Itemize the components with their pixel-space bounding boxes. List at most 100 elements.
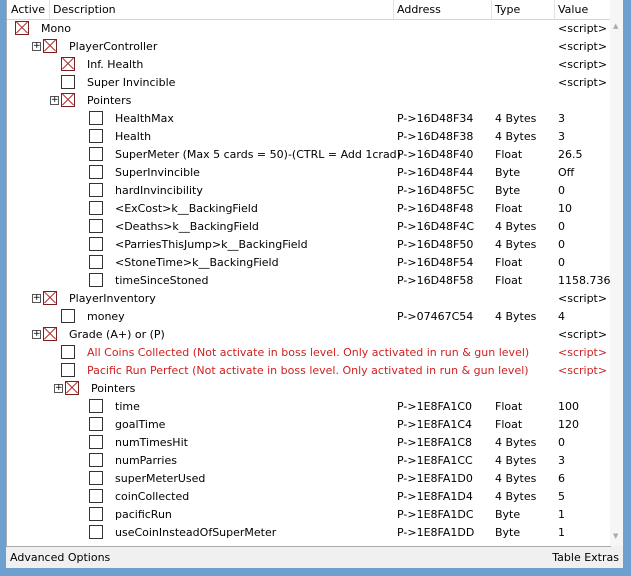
active-checkbox[interactable] (89, 111, 103, 125)
table-row[interactable]: numTimesHit P->1E8FA1C8 4 Bytes 0 (7, 434, 610, 452)
active-checkbox[interactable] (43, 291, 57, 305)
header-description[interactable]: Description (53, 3, 116, 16)
row-description: money (87, 310, 125, 323)
row-description: Pointers (91, 382, 136, 395)
active-checkbox[interactable] (89, 255, 103, 269)
active-checkbox[interactable] (65, 381, 79, 395)
active-checkbox[interactable] (43, 327, 57, 341)
active-checkbox[interactable] (89, 399, 103, 413)
row-address: P->16D48F38 (397, 130, 474, 143)
table-row[interactable]: Mono <script> (7, 20, 610, 38)
row-description: Health (115, 130, 152, 143)
table-row[interactable]: <StoneTime>k__BackingField P->16D48F54 Flo… (7, 254, 610, 272)
active-checkbox[interactable] (89, 471, 103, 485)
table-row[interactable]: HealthMax P->16D48F34 4 Bytes 3 (7, 110, 610, 128)
table-row[interactable]: All Coins Collected (Not activate in bos… (7, 344, 610, 362)
row-type: Byte (495, 508, 521, 521)
table-row[interactable]: superMeterUsed P->1E8FA1D0 4 Bytes 6 (7, 470, 610, 488)
table-row[interactable]: Health P->16D48F38 4 Bytes 3 (7, 128, 610, 146)
row-type: Byte (495, 184, 521, 197)
active-checkbox[interactable] (89, 453, 103, 467)
row-type: 4 Bytes (495, 310, 537, 323)
row-address: P->16D48F48 (397, 202, 474, 215)
table-row[interactable]: money P->07467C54 4 Bytes 4 (7, 308, 610, 326)
active-checkbox[interactable] (15, 21, 29, 35)
header-active[interactable]: Active (11, 3, 45, 16)
table-row[interactable]: timeSinceStoned P->16D48F58 Float 1158.7364 (7, 272, 610, 290)
active-checkbox[interactable] (89, 507, 103, 521)
expand-icon[interactable]: + (32, 294, 41, 303)
row-value: <script> (558, 58, 608, 71)
row-type: 4 Bytes (495, 130, 537, 143)
table-row[interactable]: Pacific Run Perfect (Not activate in bos… (7, 362, 610, 380)
active-checkbox[interactable] (89, 273, 103, 287)
row-type: 4 Bytes (495, 490, 537, 503)
advanced-options-button[interactable]: Advanced Options (10, 551, 110, 564)
table-row[interactable]: + Pointers (7, 380, 610, 398)
active-checkbox[interactable] (61, 363, 75, 377)
row-value: 0 (558, 256, 565, 269)
table-row[interactable]: Super Invincible <script> (7, 74, 610, 92)
active-checkbox[interactable] (89, 219, 103, 233)
row-address: P->16D48F5C (397, 184, 475, 197)
table-extras-button[interactable]: Table Extras (552, 551, 619, 564)
table-row[interactable]: <ExCost>k__BackingField P->16D48F48 Float 1… (7, 200, 610, 218)
active-checkbox[interactable] (89, 237, 103, 251)
table-row[interactable]: + PlayerController <script> (7, 38, 610, 56)
scroll-up-icon[interactable]: ▲ (613, 22, 618, 30)
row-description: SuperInvincible (115, 166, 200, 179)
row-type: Byte (495, 526, 521, 539)
table-row[interactable]: hardInvincibility P->16D48F5C Byte 0 (7, 182, 610, 200)
active-checkbox[interactable] (61, 309, 75, 323)
table-row[interactable]: coinCollected P->1E8FA1D4 4 Bytes 5 (7, 488, 610, 506)
table-row[interactable]: Inf. Health <script> (7, 56, 610, 74)
table-row[interactable]: SuperMeter (Max 5 cards = 50)-(CTRL = Ad… (7, 146, 610, 164)
scroll-down-icon[interactable]: ▼ (613, 532, 618, 540)
header-address[interactable]: Address (397, 3, 441, 16)
expand-icon[interactable]: + (32, 42, 41, 51)
active-checkbox[interactable] (89, 525, 103, 539)
active-checkbox[interactable] (43, 39, 57, 53)
row-value: 0 (558, 436, 565, 449)
vertical-scrollbar[interactable]: ▲ ▼ (610, 0, 623, 546)
active-checkbox[interactable] (61, 93, 75, 107)
table-row[interactable]: SuperInvincible P->16D48F44 Byte Off (7, 164, 610, 182)
table-row[interactable]: pacificRun P->1E8FA1DC Byte 1 (7, 506, 610, 524)
active-checkbox[interactable] (89, 201, 103, 215)
header-value[interactable]: Value (558, 3, 588, 16)
table-row[interactable]: numParries P->1E8FA1CC 4 Bytes 3 (7, 452, 610, 470)
header-type[interactable]: Type (495, 3, 520, 16)
row-description: PlayerController (69, 40, 158, 53)
table-row[interactable]: + Pointers (7, 92, 610, 110)
row-address: P->1E8FA1C8 (397, 436, 473, 449)
active-checkbox[interactable] (89, 417, 103, 431)
table-row[interactable]: goalTime P->1E8FA1C4 Float 120 (7, 416, 610, 434)
row-value: 3 (558, 112, 565, 125)
table-row[interactable]: useCoinInsteadOfSuperMeter P->1E8FA1DD Byt… (7, 524, 610, 542)
row-address: P->16D48F58 (397, 274, 474, 287)
active-checkbox[interactable] (61, 57, 75, 71)
active-checkbox[interactable] (89, 129, 103, 143)
row-address: P->1E8FA1D4 (397, 490, 473, 503)
expand-icon[interactable]: + (54, 384, 63, 393)
row-value: Off (558, 166, 575, 179)
active-checkbox[interactable] (61, 75, 75, 89)
active-checkbox[interactable] (89, 147, 103, 161)
row-description: <StoneTime>k__BackingField (115, 256, 279, 269)
active-checkbox[interactable] (89, 165, 103, 179)
active-checkbox[interactable] (89, 183, 103, 197)
row-description: timeSinceStoned (115, 274, 209, 287)
row-address: P->16D48F4C (397, 220, 475, 233)
expand-icon[interactable]: + (32, 330, 41, 339)
row-address: P->16D48F44 (397, 166, 474, 179)
active-checkbox[interactable] (89, 435, 103, 449)
expand-icon[interactable]: + (50, 96, 59, 105)
column-header: Active Description Address Type Value (7, 0, 610, 20)
table-row[interactable]: time P->1E8FA1C0 Float 100 (7, 398, 610, 416)
table-row[interactable]: <ParriesThisJump>k__BackingField P->16D48… (7, 236, 610, 254)
table-row[interactable]: <Deaths>k__BackingField P->16D48F4C 4 Byte… (7, 218, 610, 236)
table-row[interactable]: + PlayerInventory <script> (7, 290, 610, 308)
table-row[interactable]: + Grade (A+) or (P) <script> (7, 326, 610, 344)
active-checkbox[interactable] (61, 345, 75, 359)
active-checkbox[interactable] (89, 489, 103, 503)
